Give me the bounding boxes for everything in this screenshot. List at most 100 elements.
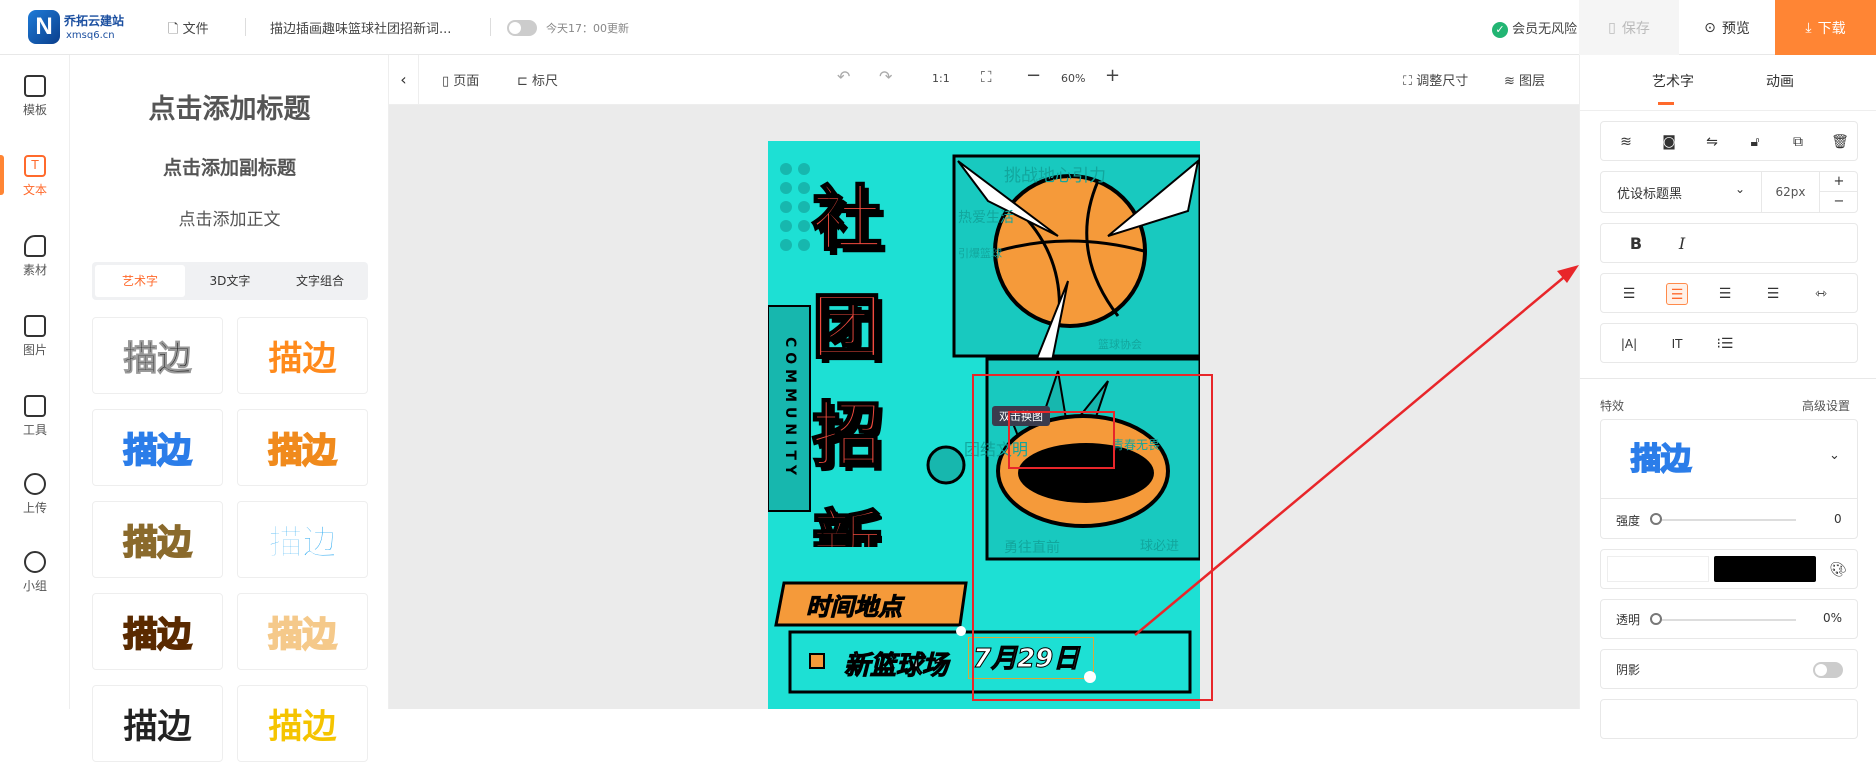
font-style-group: B I (1600, 223, 1858, 263)
crop-icon[interactable]: ◙ (1658, 131, 1680, 153)
rail-item-templates[interactable]: 模板 (0, 75, 70, 135)
font-controls: 优设标题黑 ⌄ 62px + − (1600, 171, 1858, 213)
resize-button[interactable]: ⛶ 调整尺寸 (1403, 70, 1468, 89)
canvas-toolbar: ‹ ▯ 页面 ⊏ 标尺 ↶ ↷ 1:1 ⛶ − 60% + ⛶ 调整尺寸 ≋ 图… (389, 55, 1579, 105)
save-button[interactable]: ▯ 保存 (1579, 0, 1679, 55)
opacity-label: 透明 (1616, 613, 1641, 627)
align-left-icon[interactable]: ☰ (1618, 283, 1640, 305)
bold-icon[interactable]: B (1625, 233, 1647, 255)
zoom-out-icon[interactable]: − (1026, 65, 1041, 86)
tab-art-text[interactable]: 艺术字 (95, 265, 185, 297)
shadow-label: 阴影 (1616, 663, 1641, 677)
resize-icon: ⛶ (1403, 74, 1417, 89)
add-body-button[interactable]: 点击添加正文 (70, 205, 389, 230)
art-text-sample[interactable]: 描边 (92, 409, 223, 486)
rail-item-group[interactable]: 小组 (0, 551, 70, 611)
cloud-upload-icon (24, 473, 46, 495)
image-icon (24, 315, 46, 337)
effect-preview[interactable]: 描边 (1630, 434, 1692, 478)
tab-art-text[interactable]: 艺术字 (1652, 71, 1694, 91)
autosave-toggle[interactable] (507, 20, 537, 36)
active-tab-underline (1658, 102, 1674, 105)
font-size-increase-icon[interactable]: + (1820, 172, 1858, 192)
actual-size-button[interactable]: 1:1 (932, 72, 950, 85)
file-label: 文件 (182, 22, 209, 37)
rail-item-tools[interactable]: 工具 (0, 395, 70, 455)
element-actions: ≋ ◙ ⇋ 🔓︎ ⧉ 🗑︎ (1600, 121, 1858, 161)
check-circle-icon: ✓ (1492, 22, 1508, 38)
ruler-button[interactable]: ⊏ 标尺 (517, 70, 558, 89)
shadow-toggle[interactable] (1813, 662, 1843, 678)
rail-item-text[interactable]: T 文本 (0, 155, 70, 215)
lock-icon[interactable]: 🔓︎ (1744, 131, 1766, 153)
art-text-sample[interactable]: 描边 (92, 317, 223, 394)
divider (490, 18, 491, 36)
justify-icon[interactable]: ☰ (1762, 283, 1784, 305)
play-circle-icon: ⊙ (1704, 19, 1716, 36)
effect-box: 描边 ⌄ 强度 0 (1600, 419, 1858, 539)
art-text-sample[interactable]: 描边 (237, 317, 368, 394)
undo-icon[interactable]: ↶ (837, 67, 850, 86)
member-status: ✓ 会员无风险 (1492, 18, 1577, 38)
tab-3d-text[interactable]: 3D文字 (185, 265, 275, 297)
font-size-input[interactable]: 62px (1762, 172, 1820, 212)
redo-icon[interactable]: ↷ (879, 67, 892, 86)
align-right-icon[interactable]: ☰ (1714, 283, 1736, 305)
fill-color-swatch[interactable] (1607, 556, 1709, 582)
logo-name: 乔拓云建站 (64, 14, 125, 28)
trash-icon[interactable]: 🗑︎ (1829, 131, 1851, 153)
list-icon[interactable]: ⁝☰ (1714, 333, 1736, 355)
font-family-select[interactable]: 优设标题黑 ⌄ (1601, 172, 1762, 212)
strength-slider-knob[interactable] (1650, 513, 1662, 525)
strength-slider[interactable] (1656, 519, 1796, 521)
art-text-sample[interactable]: 描边 (92, 593, 223, 670)
rail-item-images[interactable]: 图片 (0, 315, 70, 375)
duplicate-icon[interactable]: ⧉ (1787, 131, 1809, 153)
art-text-sample[interactable]: 描边 (92, 501, 223, 578)
download-button[interactable]: ⤓ 下载 (1775, 0, 1876, 55)
advanced-settings-link[interactable]: 高级设置 (1802, 397, 1850, 414)
chevron-down-icon[interactable]: ⌄ (1829, 448, 1840, 463)
layer-order-icon[interactable]: ≋ (1615, 131, 1637, 153)
preview-button[interactable]: ⊙ 预览 (1679, 0, 1775, 55)
chevron-down-icon: ⌄ (1735, 182, 1746, 196)
italic-icon[interactable]: I (1671, 233, 1693, 255)
stroke-color-swatch[interactable] (1714, 556, 1816, 582)
art-text-sample[interactable]: 描边 (237, 501, 368, 578)
art-text-sample[interactable]: 描边 (237, 593, 368, 670)
text-style-tabs: 艺术字 3D文字 文字组合 (92, 262, 368, 300)
rail-item-upload[interactable]: 上传 (0, 473, 70, 533)
letter-spacing-icon[interactable]: |A| (1618, 333, 1640, 355)
document-title[interactable]: 描边插画趣味篮球社团招新词... (270, 18, 451, 37)
divider (245, 18, 246, 36)
zoom-in-icon[interactable]: + (1105, 65, 1120, 86)
art-text-sample[interactable]: 描边 (92, 685, 223, 762)
logo-icon[interactable]: N (28, 10, 60, 44)
rail-item-materials[interactable]: 素材 (0, 235, 70, 295)
font-size-decrease-icon[interactable]: − (1820, 192, 1858, 212)
align-center-icon[interactable]: ☰ (1666, 283, 1688, 305)
zoom-level[interactable]: 60% (1061, 72, 1085, 85)
collapse-panel-chevron-icon[interactable]: ‹ (389, 55, 419, 105)
flip-icon[interactable]: ⇋ (1701, 131, 1723, 153)
tab-animation[interactable]: 动画 (1766, 71, 1794, 91)
opacity-slider[interactable] (1656, 619, 1796, 621)
more-settings-group (1600, 699, 1858, 739)
canvas-area[interactable]: 挑战地心引力 热爱生活 引爆篮球 篮球协会 团结文明 青春无畏 勇往直前 球必进… (389, 105, 1579, 709)
opacity-value: 0% (1823, 611, 1843, 625)
art-text-sample[interactable]: 描边 (237, 409, 368, 486)
fit-screen-icon[interactable]: ⛶ (981, 68, 992, 86)
opacity-slider-knob[interactable] (1650, 613, 1662, 625)
autosave-status: 今天17：00更新 (546, 22, 629, 35)
line-height-icon[interactable]: IT (1666, 333, 1688, 355)
alignment-group: ☰ ☰ ☰ ☰ ⇿ (1600, 273, 1858, 313)
file-menu[interactable]: 🗋 文件 (168, 18, 209, 42)
page-button[interactable]: ▯ 页面 (442, 70, 479, 89)
add-title-button[interactable]: 点击添加标题 (70, 87, 389, 126)
tab-text-combo[interactable]: 文字组合 (275, 265, 365, 297)
add-subtitle-button[interactable]: 点击添加副标题 (70, 153, 389, 180)
layers-button[interactable]: ≋ 图层 (1504, 70, 1545, 89)
art-text-sample[interactable]: 描边 (237, 685, 368, 762)
justify-all-icon[interactable]: ⇿ (1810, 283, 1832, 305)
palette-icon[interactable]: 🎨︎ (1827, 559, 1849, 581)
